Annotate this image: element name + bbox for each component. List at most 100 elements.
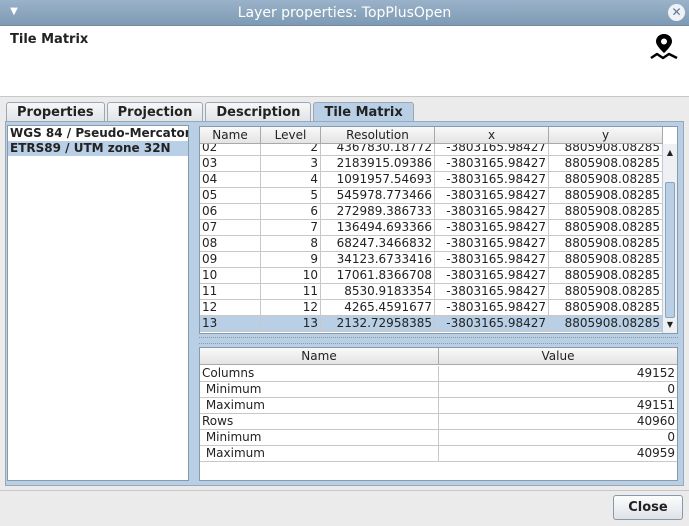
table-cell: 5 [261, 188, 321, 204]
table-row[interactable]: Maximum 49151 [200, 398, 677, 414]
table-cell: 8805908.08285 [549, 300, 663, 316]
window-close-icon[interactable]: ✕ [668, 4, 685, 21]
title-bar: ▼ Layer properties: TopPlusOpen ✕ [0, 0, 689, 26]
table-cell: -3803165.98427 [435, 220, 549, 236]
table-row[interactable]: 12 12 4265.4591677 -3803165.98427 8805908.08… [200, 300, 663, 316]
table-cell: 11 [200, 284, 261, 300]
window-title: Layer properties: TopPlusOpen [237, 4, 452, 21]
table-row[interactable]: 07 7 136494.693366 -3803165.98427 8805908.08… [200, 220, 663, 236]
table-cell: -3803165.98427 [435, 300, 549, 316]
table-cell: 12 [261, 300, 321, 316]
table-header-row: Name Value [200, 348, 677, 365]
table-row[interactable]: Maximum 40959 [200, 446, 677, 462]
column-header[interactable]: Name [200, 348, 439, 365]
column-header[interactable]: x [435, 127, 549, 144]
crs-item-pseudo-mercator[interactable]: WGS 84 / Pseudo-Mercator [8, 126, 188, 141]
tab-bar: Properties Projection Description Tile M… [6, 102, 416, 122]
column-header[interactable]: Value [439, 348, 677, 365]
table-cell: 8530.9183354 [321, 284, 435, 300]
table-row[interactable]: Rows 40960 [200, 414, 677, 430]
table-cell: 68247.3466832 [321, 236, 435, 252]
scroll-up-icon[interactable]: ▲ [663, 146, 677, 160]
table-cell: -3803165.98427 [435, 236, 549, 252]
vertical-scrollbar[interactable]: ▲ ▼ [662, 144, 677, 333]
table-cell: -3803165.98427 [435, 188, 549, 204]
table-cell: -3803165.98427 [435, 284, 549, 300]
split-pane-divider[interactable] [199, 337, 678, 344]
table-cell: 2183915.09386 [321, 156, 435, 172]
table-cell: 13 [261, 316, 321, 332]
table-cell: 272989.386733 [321, 204, 435, 220]
table-row[interactable]: 06 6 272989.386733 -3803165.98427 8805908.08… [200, 204, 663, 220]
table-header-row: Name Level Resolution x y [200, 127, 663, 144]
column-header[interactable]: Name [200, 127, 261, 144]
window-menu-icon[interactable]: ▼ [6, 4, 22, 20]
table-cell: Maximum [200, 446, 439, 462]
table-cell: 40959 [439, 446, 677, 462]
table-cell: 10 [200, 268, 261, 284]
close-button[interactable]: Close [613, 495, 683, 520]
column-header[interactable]: Resolution [321, 127, 435, 144]
table-row[interactable]: Minimum 0 [200, 382, 677, 398]
table-row[interactable]: 09 9 34123.6733416 -3803165.98427 8805908.08… [200, 252, 663, 268]
table-cell: 04 [200, 172, 261, 188]
table-cell: 11 [261, 284, 321, 300]
scroll-thumb[interactable] [665, 182, 675, 318]
footer-divider [0, 490, 689, 491]
header-title: Tile Matrix [10, 32, 89, 47]
table-cell: 17061.8366708 [321, 268, 435, 284]
table-cell: 8805908.08285 [549, 284, 663, 300]
table-cell: 545978.773466 [321, 188, 435, 204]
scroll-down-icon[interactable]: ▼ [663, 318, 677, 332]
table-cell: 09 [200, 252, 261, 268]
crs-list[interactable]: WGS 84 / Pseudo-Mercator ETRS89 / UTM zo… [7, 125, 189, 481]
table-row[interactable]: 05 5 545978.773466 -3803165.98427 8805908.08… [200, 188, 663, 204]
table-cell: Minimum [200, 430, 439, 446]
table-row[interactable]: 11 11 8530.9183354 -3803165.98427 8805908.08… [200, 284, 663, 300]
table-cell: 4 [261, 172, 321, 188]
table-row[interactable]: 10 10 17061.8366708 -3803165.98427 8805908.0… [200, 268, 663, 284]
tab-projection[interactable]: Projection [106, 102, 204, 122]
table-cell: 6 [261, 204, 321, 220]
table-cell: 06 [200, 204, 261, 220]
tab-tile-matrix[interactable]: Tile Matrix [313, 102, 414, 122]
table-row[interactable]: 08 8 68247.3466832 -3803165.98427 8805908.08… [200, 236, 663, 252]
table-cell: Columns [200, 366, 439, 382]
table-cell: 08 [200, 236, 261, 252]
column-header[interactable]: y [549, 127, 663, 144]
table-cell: Minimum [200, 382, 439, 398]
tab-description[interactable]: Description [205, 102, 312, 122]
tab-properties[interactable]: Properties [6, 102, 105, 122]
table-cell: 34123.6733416 [321, 252, 435, 268]
table-row[interactable]: Minimum 0 [200, 430, 677, 446]
table-cell: 49151 [439, 398, 677, 414]
table-cell: Rows [200, 414, 439, 430]
table-cell: 3 [261, 156, 321, 172]
table-cell: 10 [261, 268, 321, 284]
table-cell: 8805908.08285 [549, 156, 663, 172]
table-cell: 03 [200, 156, 261, 172]
table-row[interactable]: 13 13 2132.72958385 -3803165.98427 8805908.0… [200, 316, 663, 332]
table-cell: 9 [261, 252, 321, 268]
table-cell: 8805908.08285 [549, 252, 663, 268]
table-cell: 1091957.54693 [321, 172, 435, 188]
crs-item-utm-32n[interactable]: ETRS89 / UTM zone 32N [8, 141, 188, 156]
table-cell: -3803165.98427 [435, 268, 549, 284]
table-row[interactable]: 03 3 2183915.09386 -3803165.98427 8805908.08… [200, 156, 663, 172]
table-cell: 13 [200, 316, 261, 332]
table-cell: 136494.693366 [321, 220, 435, 236]
table-cell: 7 [261, 220, 321, 236]
table-row[interactable]: 04 4 1091957.54693 -3803165.98427 8805908.08… [200, 172, 663, 188]
table-cell: -3803165.98427 [435, 252, 549, 268]
table-cell: 4265.4591677 [321, 300, 435, 316]
properties-table[interactable]: Name Value Columns 49152 Minimum 0 Maximum 49… [199, 347, 678, 481]
table-cell: 8 [261, 236, 321, 252]
tile-matrix-table[interactable]: 02 2 4367830.18772 -3803165.98427 8805908.08… [199, 126, 678, 334]
table-cell: 0 [439, 382, 677, 398]
table-cell: -3803165.98427 [435, 316, 549, 332]
column-header[interactable]: Level [261, 127, 321, 144]
table-cell: 8805908.08285 [549, 236, 663, 252]
table-cell: -3803165.98427 [435, 204, 549, 220]
dialog-header: Tile Matrix [0, 26, 689, 97]
table-row[interactable]: Columns 49152 [200, 366, 677, 382]
